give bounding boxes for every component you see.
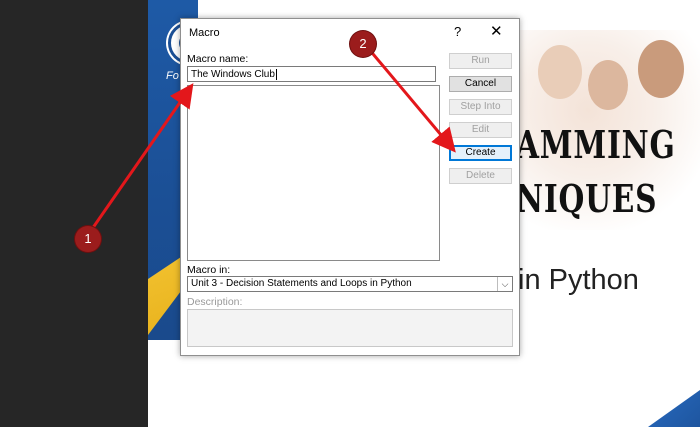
annotation-badge-2: 2 — [350, 31, 376, 57]
annotation-arrow-2 — [366, 47, 456, 153]
annotation-arrows — [88, 47, 456, 233]
annotation-badge-1: 1 — [75, 226, 101, 252]
annotation-arrow-1 — [88, 83, 194, 233]
